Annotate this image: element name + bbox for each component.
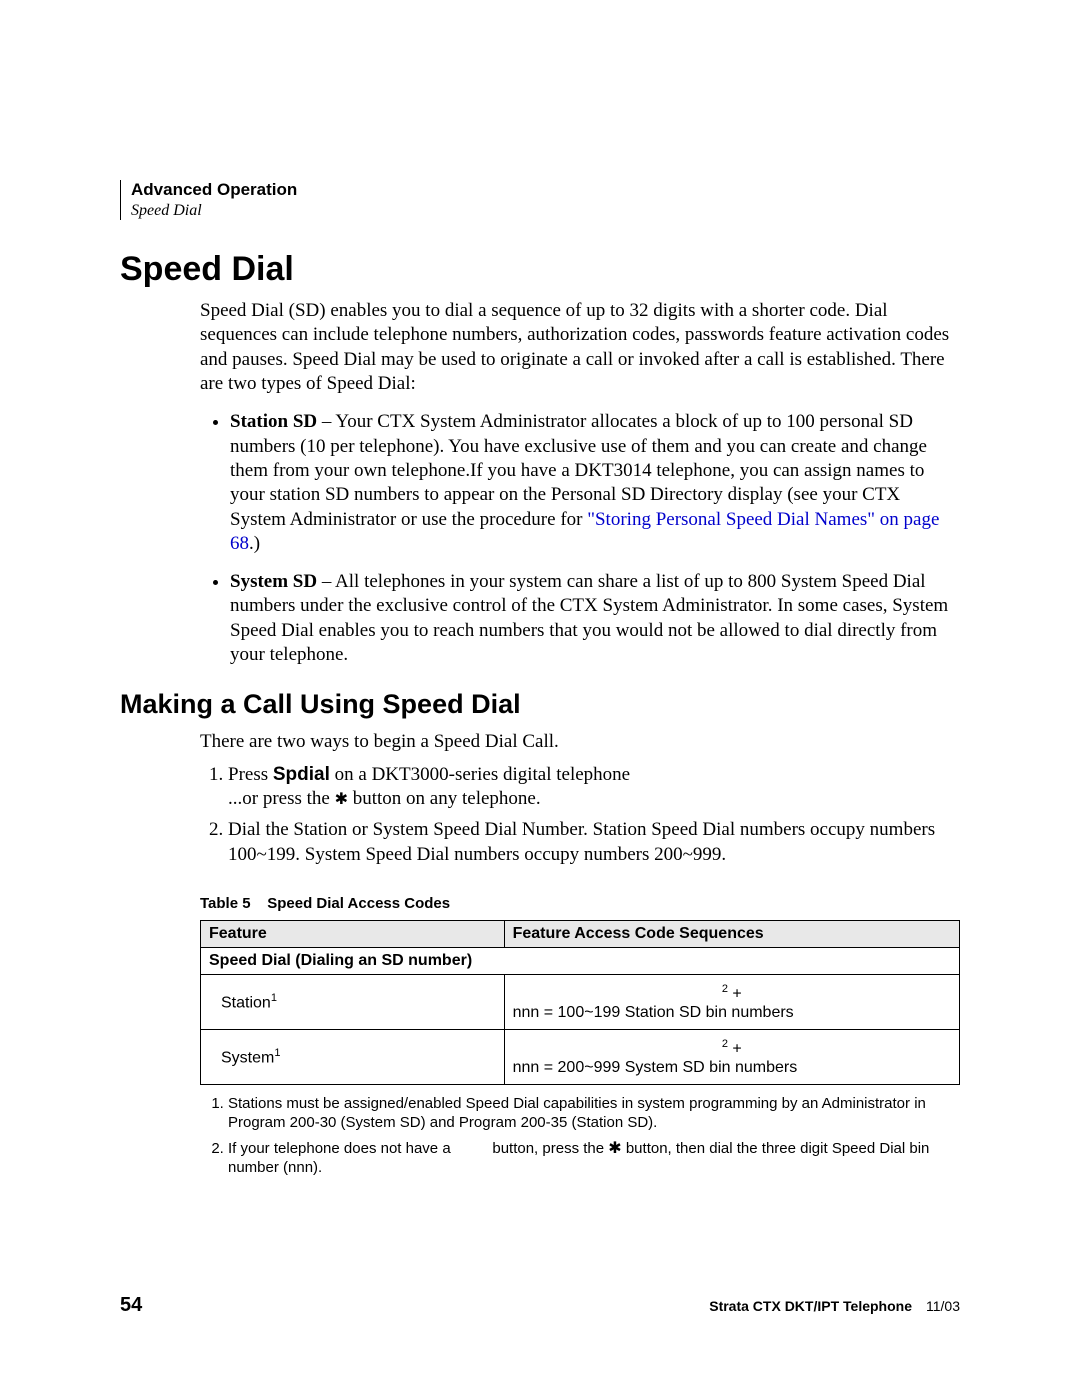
table-header-row: Feature Feature Access Code Sequences	[201, 921, 960, 948]
step-1: Press Spdial on a DKT3000-series digital…	[228, 763, 960, 812]
step-text: button on any telephone.	[348, 788, 541, 809]
code-description: nnn = 100~199 Station SD bin numbers	[513, 1004, 951, 1022]
bullet-system-sd: System SD – All telephones in your syste…	[230, 570, 960, 667]
star-key-icon: ✱	[335, 791, 348, 808]
bullet-station-sd: Station SD – Your CTX System Administrat…	[230, 410, 960, 556]
footer-right-block: Strata CTX DKT/IPT Telephone 11/03	[709, 1298, 960, 1316]
step-text: Press	[228, 764, 273, 785]
footnote-1: Stations must be assigned/enabled Speed …	[228, 1095, 960, 1133]
table-group-row: Speed Dial (Dialing an SD number)	[201, 948, 960, 975]
star-key-icon: ✱	[608, 1140, 621, 1157]
code-cell: 2 + nnn = 100~199 Station SD bin numbers	[504, 975, 959, 1030]
feature-cell: Station1	[201, 975, 505, 1030]
heading-2: Making a Call Using Speed Dial	[120, 689, 960, 720]
table-title: Speed Dial Access Codes	[267, 895, 450, 912]
body-paragraph: There are two ways to begin a Speed Dial…	[200, 730, 960, 754]
col-facs: Feature Access Code Sequences	[504, 921, 959, 948]
page-number: 54	[120, 1294, 142, 1317]
bullet-list: Station SD – Your CTX System Administrat…	[200, 410, 960, 667]
heading-1: Speed Dial	[120, 250, 960, 289]
table-number: Table 5	[200, 895, 251, 912]
speed-dial-codes-table: Feature Feature Access Code Sequences Sp…	[200, 920, 960, 1085]
bullet-bold: Station SD	[230, 411, 317, 432]
code-cell: 2 + nnn = 200~999 System SD bin numbers	[504, 1030, 959, 1085]
step-2: Dial the Station or System Speed Dial Nu…	[228, 818, 960, 867]
table-caption: Table 5 Speed Dial Access Codes	[200, 895, 960, 912]
group-header: Speed Dial (Dialing an SD number)	[201, 948, 960, 975]
footnote-ref: 2	[722, 1038, 728, 1050]
feature-name: Station	[221, 995, 271, 1012]
step-text: Dial the Station or System Speed Dial Nu…	[228, 819, 935, 865]
product-name: Strata CTX DKT/IPT Telephone	[709, 1298, 912, 1314]
plus-sign: +	[732, 1041, 741, 1058]
table-row: Station1 2 + nnn = 100~199 Station SD bi…	[201, 975, 960, 1030]
section-name: Speed Dial	[131, 202, 960, 220]
footnote-ref: 1	[271, 992, 277, 1004]
table-row: System1 2 + nnn = 200~999 System SD bin …	[201, 1030, 960, 1085]
bullet-text: – All telephones in your system can shar…	[230, 571, 948, 665]
chapter-name: Advanced Operation	[131, 180, 960, 200]
bullet-bold: System SD	[230, 571, 317, 592]
plus-sign: +	[732, 986, 741, 1003]
col-feature: Feature	[201, 921, 505, 948]
running-header: Advanced Operation Speed Dial	[120, 180, 960, 220]
code-description: nnn = 200~999 System SD bin numbers	[513, 1059, 951, 1077]
feature-name: System	[221, 1050, 274, 1067]
feature-cell: System1	[201, 1030, 505, 1085]
footnote-text: If your telephone does not have a	[228, 1140, 455, 1157]
document-page: Advanced Operation Speed Dial Speed Dial…	[0, 0, 1080, 1397]
intro-paragraph: Speed Dial (SD) enables you to dial a se…	[200, 299, 960, 396]
numbered-steps: Press Spdial on a DKT3000-series digital…	[200, 763, 960, 868]
footnote-list: Stations must be assigned/enabled Speed …	[200, 1095, 960, 1177]
key-label-spdial: Spdial	[273, 764, 330, 785]
step-text: on a DKT3000-series digital telephone	[330, 764, 630, 785]
footnote-text: button, press the	[488, 1140, 608, 1157]
footnote-ref: 2	[722, 983, 728, 995]
bullet-text-end: .)	[249, 533, 260, 554]
page-footer: 54 Strata CTX DKT/IPT Telephone 11/03	[120, 1294, 960, 1317]
footnote-2: If your telephone does not have a button…	[228, 1139, 960, 1178]
doc-date: 11/03	[926, 1298, 960, 1314]
footnote-ref: 1	[274, 1047, 280, 1059]
step-text: ...or press the	[228, 788, 335, 809]
